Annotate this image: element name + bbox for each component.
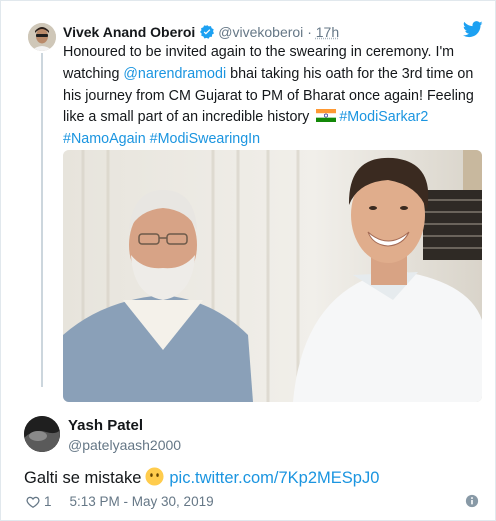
tweet-photo[interactable] — [63, 150, 482, 402]
reply-author-avatar[interactable] — [24, 416, 60, 452]
heart-icon[interactable] — [26, 495, 40, 509]
quoted-tweet-header: Vivek Anand Oberoi @vivekoberoi · 17h — [63, 23, 339, 41]
reply-tweet-footer: 1 5:13 PM - May 30, 2019 — [26, 493, 214, 511]
reply-timestamp[interactable]: 5:13 PM - May 30, 2019 — [70, 493, 214, 511]
quoted-author-avatar[interactable] — [28, 23, 56, 51]
pic-link[interactable]: pic.twitter.com/7Kp2MESpJ0 — [169, 469, 379, 487]
header-separator: · — [307, 24, 312, 40]
thread-connector-line — [41, 53, 43, 387]
reply-author-name[interactable]: Yash Patel — [68, 417, 143, 435]
no-mouth-face-emoji — [145, 467, 164, 486]
reply-tweet-text: Galti se mistake pic.twitter.com/7Kp2MESp… — [24, 467, 379, 489]
verified-badge-icon — [200, 25, 215, 39]
quoted-tweet-text: Honoured to be invited again to the swea… — [63, 42, 479, 151]
hashtag-link[interactable]: #NamoAgain — [63, 131, 146, 147]
like-count[interactable]: 1 — [44, 493, 52, 511]
embedded-tweet-card: Vivek Anand Oberoi @vivekoberoi · 17h Hon… — [0, 0, 496, 521]
hashtag-link[interactable]: #ModiSarkar2 — [339, 109, 428, 125]
hashtag-link[interactable]: #ModiSwearingIn — [150, 131, 260, 147]
twitter-bird-icon[interactable] — [463, 21, 483, 38]
quoted-author-name[interactable]: Vivek Anand Oberoi — [63, 24, 195, 40]
mention-link[interactable]: @narendramodi — [123, 66, 226, 82]
quoted-author-handle[interactable]: @vivekoberoi — [218, 24, 303, 40]
india-flag-emoji — [316, 109, 337, 123]
reply-text-body: Galti se mistake — [24, 469, 142, 487]
quoted-tweet-time[interactable]: 17h — [316, 24, 339, 40]
info-icon[interactable] — [465, 494, 479, 508]
reply-author-handle[interactable]: @patelyaash2000 — [68, 436, 181, 454]
